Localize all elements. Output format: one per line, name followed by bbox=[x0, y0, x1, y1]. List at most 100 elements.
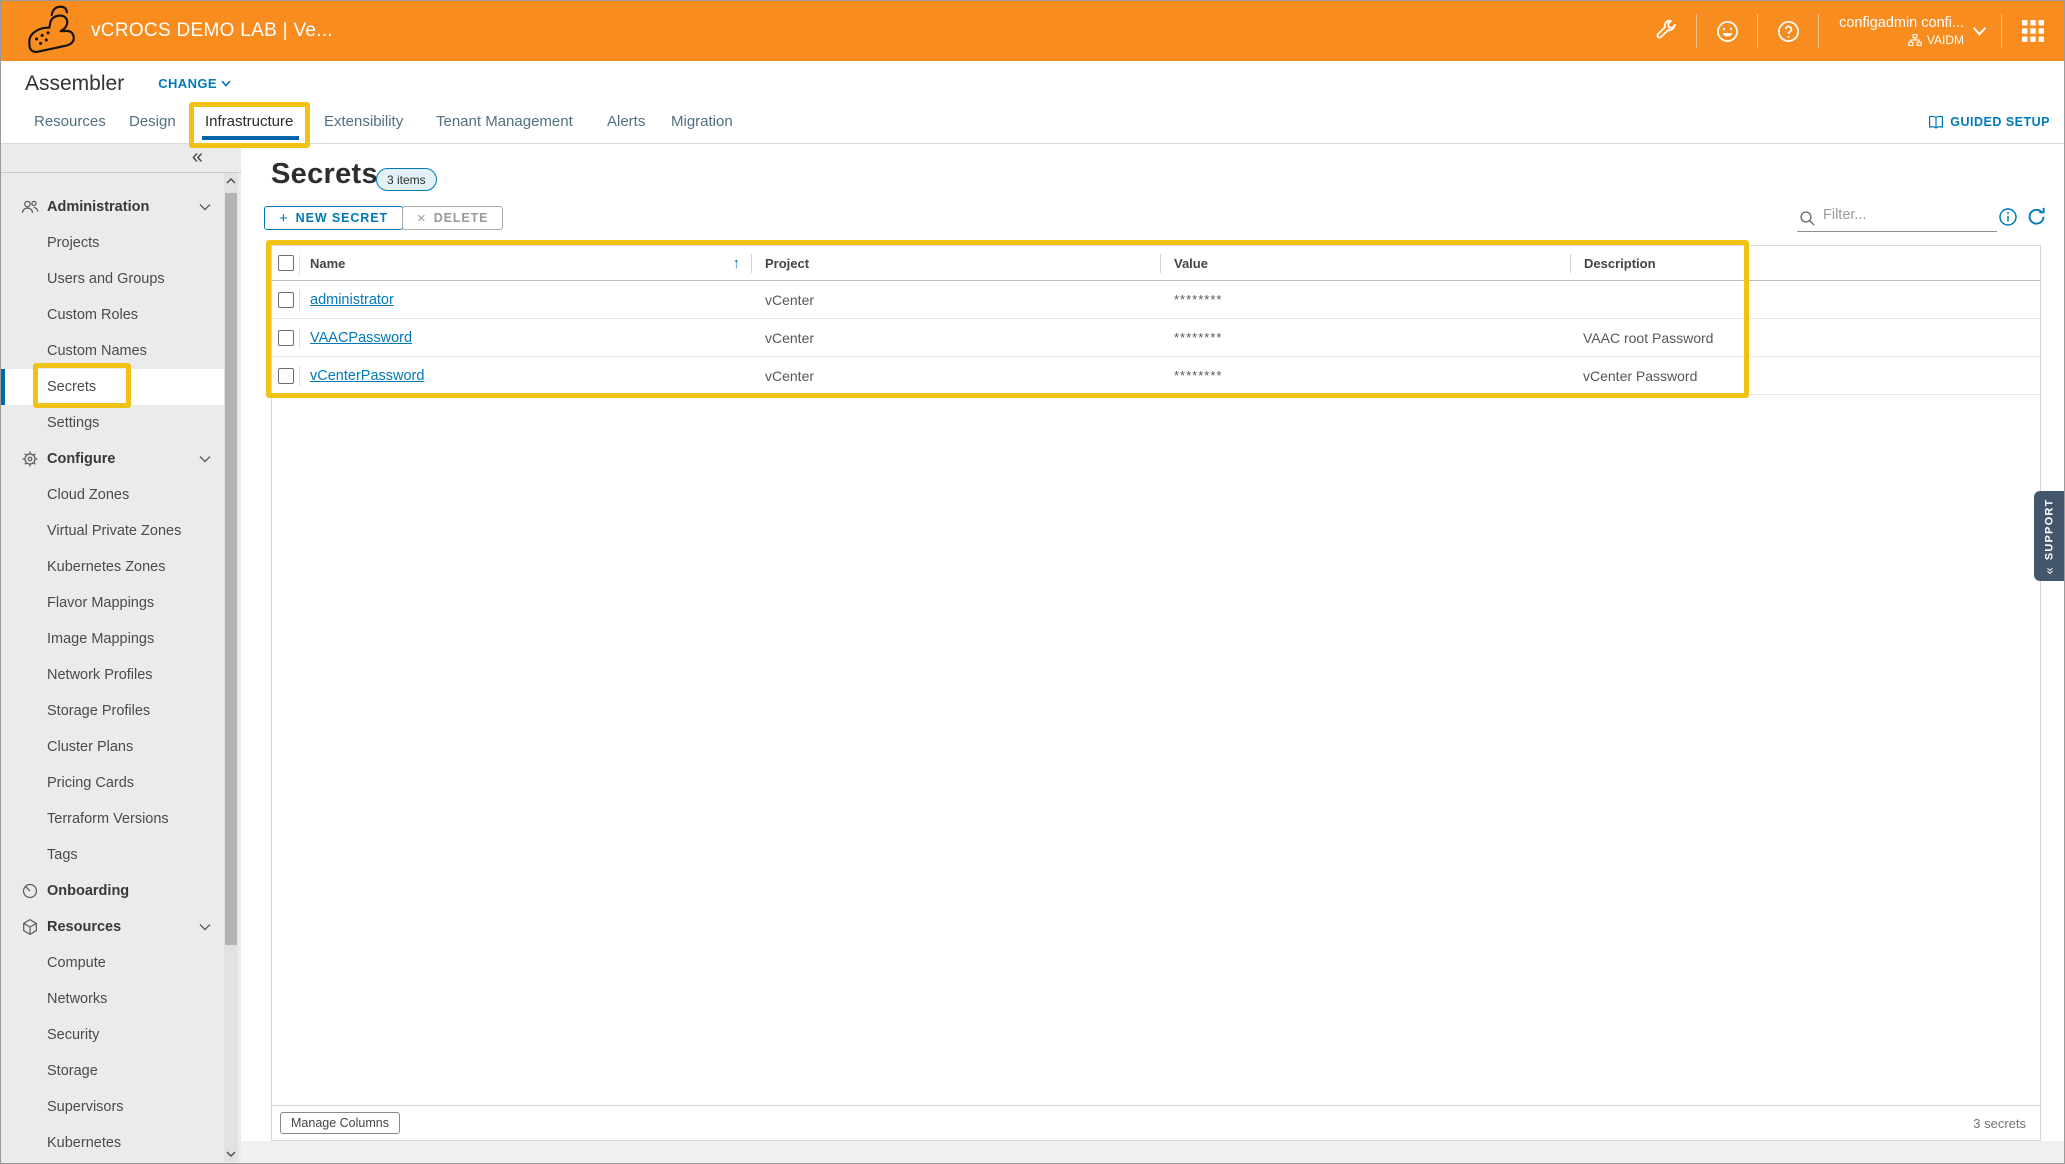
sidebar-item-pricing-cards[interactable]: Pricing Cards bbox=[1, 765, 241, 801]
table-row: vCenterPassword vCenter ******** vCenter… bbox=[272, 357, 2040, 395]
primary-tabs: Resources Design Infrastructure Extensib… bbox=[1, 106, 2064, 144]
scrollbar-thumb[interactable] bbox=[225, 193, 237, 945]
sidebar-item-security[interactable]: Security bbox=[1, 1017, 241, 1053]
sidebar-section-resources[interactable]: Resources bbox=[1, 909, 241, 945]
tools-icon[interactable] bbox=[1653, 18, 1679, 44]
app-window: vCROCS DEMO LAB | Ve... bbox=[0, 0, 2065, 1164]
sidebar-section-onboarding[interactable]: Onboarding bbox=[1, 873, 241, 909]
row-checkbox[interactable] bbox=[278, 292, 294, 308]
value-cell: ******** bbox=[1161, 281, 1571, 318]
user-name: configadmin confi... bbox=[1839, 15, 1964, 31]
value-cell: ******** bbox=[1161, 319, 1571, 356]
row-checkbox[interactable] bbox=[278, 330, 294, 346]
tab-infrastructure[interactable]: Infrastructure bbox=[205, 113, 293, 130]
column-header-value[interactable]: Value bbox=[1161, 246, 1571, 280]
global-header: vCROCS DEMO LAB | Ve... bbox=[1, 1, 2064, 61]
secrets-toolbar: + NEW SECRET × DELETE bbox=[264, 206, 503, 230]
tab-resources[interactable]: Resources bbox=[34, 113, 106, 130]
sidebar-item-network-profiles[interactable]: Network Profiles bbox=[1, 657, 241, 693]
sidebar-item-custom-roles[interactable]: Custom Roles bbox=[1, 297, 241, 333]
manage-columns-button[interactable]: Manage Columns bbox=[280, 1112, 400, 1134]
scroll-up-icon[interactable] bbox=[224, 173, 238, 189]
tab-extensibility[interactable]: Extensibility bbox=[324, 113, 403, 130]
secret-link[interactable]: administrator bbox=[300, 292, 394, 308]
sidebar-item-kubernetes[interactable]: Kubernetes bbox=[1, 1125, 241, 1161]
org-sitemap-icon bbox=[1908, 34, 1922, 46]
change-app-button[interactable]: CHANGE bbox=[158, 76, 231, 91]
sidebar-item-image-mappings[interactable]: Image Mappings bbox=[1, 621, 241, 657]
delete-button[interactable]: × DELETE bbox=[402, 206, 503, 230]
sidebar-item-kubernetes-zones[interactable]: Kubernetes Zones bbox=[1, 549, 241, 585]
header-divider bbox=[1696, 14, 1697, 48]
sidebar-item-virtual-private-zones[interactable]: Virtual Private Zones bbox=[1, 513, 241, 549]
sidebar-item-supervisors[interactable]: Supervisors bbox=[1, 1089, 241, 1125]
column-header-description[interactable]: Description bbox=[1571, 246, 2040, 280]
collapse-sidebar-icon[interactable]: « bbox=[192, 144, 203, 170]
compass-icon bbox=[21, 882, 39, 900]
table-row: administrator vCenter ******** bbox=[272, 281, 2040, 319]
user-menu[interactable]: configadmin confi... VAIDM bbox=[1839, 15, 1964, 47]
scroll-down-icon[interactable] bbox=[224, 1146, 238, 1162]
column-header-name[interactable]: Name ↑ bbox=[300, 246, 752, 280]
sidebar-item-storage[interactable]: Storage bbox=[1, 1053, 241, 1089]
sidebar-item-projects[interactable]: Projects bbox=[1, 225, 241, 261]
sidebar-item-tags[interactable]: Tags bbox=[1, 837, 241, 873]
description-cell: vCenter Password bbox=[1571, 357, 2040, 394]
sidebar-item-secrets[interactable]: Secrets bbox=[1, 369, 224, 405]
select-all-checkbox[interactable] bbox=[278, 255, 294, 271]
support-tab[interactable]: « SUPPORT bbox=[2034, 491, 2064, 581]
guided-setup-button[interactable]: GUIDED SETUP bbox=[1928, 115, 2050, 129]
sidebar-item-settings[interactable]: Settings bbox=[1, 405, 241, 441]
secrets-count: 3 secrets bbox=[1973, 1116, 2026, 1131]
sidebar-top-strip: « bbox=[1, 144, 241, 173]
row-checkbox-cell bbox=[272, 281, 300, 318]
sidebar-scrollbar[interactable] bbox=[224, 173, 238, 1162]
project-cell: vCenter bbox=[752, 319, 1161, 356]
support-label: SUPPORT bbox=[2043, 498, 2055, 560]
info-icon[interactable] bbox=[1998, 207, 2018, 227]
chevron-down-icon bbox=[199, 455, 211, 463]
tab-design[interactable]: Design bbox=[129, 113, 176, 130]
secret-link[interactable]: vCenterPassword bbox=[300, 368, 424, 384]
name-cell: administrator bbox=[300, 281, 752, 318]
tab-tenant-management[interactable]: Tenant Management bbox=[436, 113, 573, 130]
sidebar-item-users-and-groups[interactable]: Users and Groups bbox=[1, 261, 241, 297]
sidebar-item-custom-names[interactable]: Custom Names bbox=[1, 333, 241, 369]
app-launcher-icon[interactable] bbox=[2020, 18, 2046, 44]
active-tab-indicator bbox=[202, 136, 299, 140]
tab-migration[interactable]: Migration bbox=[671, 113, 733, 130]
sidebar-item-cloud-zones[interactable]: Cloud Zones bbox=[1, 477, 241, 513]
sidebar-item-storage-profiles[interactable]: Storage Profiles bbox=[1, 693, 241, 729]
crocs-logo[interactable] bbox=[19, 5, 77, 57]
feedback-smiley-icon[interactable] bbox=[1714, 18, 1740, 44]
header-actions: configadmin confi... VAIDM bbox=[1636, 1, 2064, 61]
sort-ascending-icon[interactable]: ↑ bbox=[733, 255, 741, 272]
close-icon: × bbox=[417, 210, 427, 227]
sidebar-item-compute[interactable]: Compute bbox=[1, 945, 241, 981]
sidebar-item-flavor-mappings[interactable]: Flavor Mappings bbox=[1, 585, 241, 621]
book-icon bbox=[1928, 115, 1944, 129]
tab-alerts[interactable]: Alerts bbox=[607, 113, 645, 130]
sidebar: « Administration Projects Users and Grou… bbox=[1, 144, 241, 1163]
help-icon[interactable] bbox=[1775, 18, 1801, 44]
refresh-icon[interactable] bbox=[2026, 206, 2047, 227]
sidebar-item-terraform-versions[interactable]: Terraform Versions bbox=[1, 801, 241, 837]
header-divider bbox=[1757, 14, 1758, 48]
name-cell: vCenterPassword bbox=[300, 357, 752, 394]
filter-input[interactable] bbox=[1823, 207, 1993, 223]
chevron-down-icon[interactable] bbox=[1972, 26, 1987, 36]
column-header-project[interactable]: Project bbox=[752, 246, 1161, 280]
secret-link[interactable]: VAACPassword bbox=[300, 330, 412, 346]
sidebar-section-administration[interactable]: Administration bbox=[1, 189, 241, 225]
description-cell bbox=[1571, 281, 2040, 318]
sidebar-item-cluster-plans[interactable]: Cluster Plans bbox=[1, 729, 241, 765]
support-expand-icon: « bbox=[2042, 567, 2057, 574]
sidebar-item-networks[interactable]: Networks bbox=[1, 981, 241, 1017]
gear-icon bbox=[21, 450, 39, 468]
filter-field bbox=[1797, 204, 1997, 232]
row-checkbox[interactable] bbox=[278, 368, 294, 384]
chevron-down-icon bbox=[199, 923, 211, 931]
new-secret-button[interactable]: + NEW SECRET bbox=[264, 206, 403, 230]
row-checkbox-cell bbox=[272, 357, 300, 394]
sidebar-section-configure[interactable]: Configure bbox=[1, 441, 241, 477]
